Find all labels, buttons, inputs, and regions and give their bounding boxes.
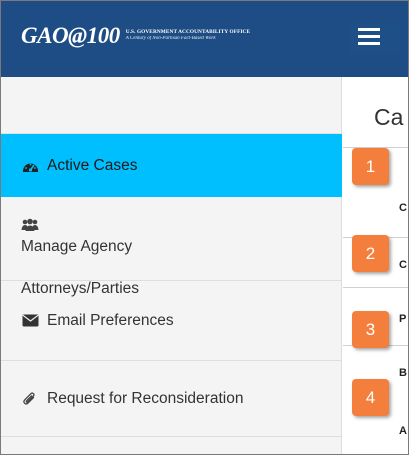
sidebar-item-label: Active Cases xyxy=(47,156,138,174)
table-row: A xyxy=(399,425,407,437)
dashboard-icon xyxy=(21,158,39,174)
page-title: Ca xyxy=(374,104,404,130)
gao-logo[interactable]: GAO@100 U.S. GOVERNMENT ACCOUNTABILITY O… xyxy=(21,23,250,49)
logo-tagline: U.S. GOVERNMENT ACCOUNTABILITY OFFICE A … xyxy=(125,30,250,42)
paperclip-icon xyxy=(21,391,39,407)
sidebar-item-request-reconsideration[interactable]: Request for Reconsideration xyxy=(1,361,342,437)
callout-badge-3: 3 xyxy=(352,311,389,348)
logo-line-2: A Century of Non-Partisan Fact-Based Wor… xyxy=(125,36,216,42)
callout-badge-1: 1 xyxy=(352,148,389,185)
table-divider xyxy=(343,287,408,288)
sidebar-item-email-preferences[interactable]: Email Preferences xyxy=(1,281,342,361)
sidebar-item-manage-agency[interactable]: Manage Agency Attorneys/Parties xyxy=(1,197,342,297)
hamburger-menu-button[interactable] xyxy=(350,23,400,53)
top-header: GAO@100 U.S. GOVERNMENT ACCOUNTABILITY O… xyxy=(1,1,408,77)
logo-mark: GAO@100 xyxy=(21,23,120,48)
sidebar-spacer xyxy=(1,77,342,134)
sidebar-item-label: Email Preferences xyxy=(47,311,174,329)
table-row: P xyxy=(399,313,407,325)
callout-badge-2: 2 xyxy=(352,235,389,272)
table-row: C xyxy=(399,259,407,271)
envelope-icon xyxy=(21,313,39,329)
sidebar-item-label: Manage Agency xyxy=(21,238,133,255)
sidebar-item-active-cases[interactable]: Active Cases xyxy=(1,134,342,197)
callout-badge-4: 4 xyxy=(352,379,389,416)
sidebar-item-label: Request for Reconsideration xyxy=(47,389,244,407)
table-row: B xyxy=(399,367,407,379)
table-row: C xyxy=(399,202,407,214)
hamburger-icon xyxy=(358,28,380,31)
app-frame: GAO@100 U.S. GOVERNMENT ACCOUNTABILITY O… xyxy=(0,0,409,455)
users-icon xyxy=(21,217,39,233)
sidebar: Active Cases Manage Agency Attorneys/Par… xyxy=(1,77,342,454)
